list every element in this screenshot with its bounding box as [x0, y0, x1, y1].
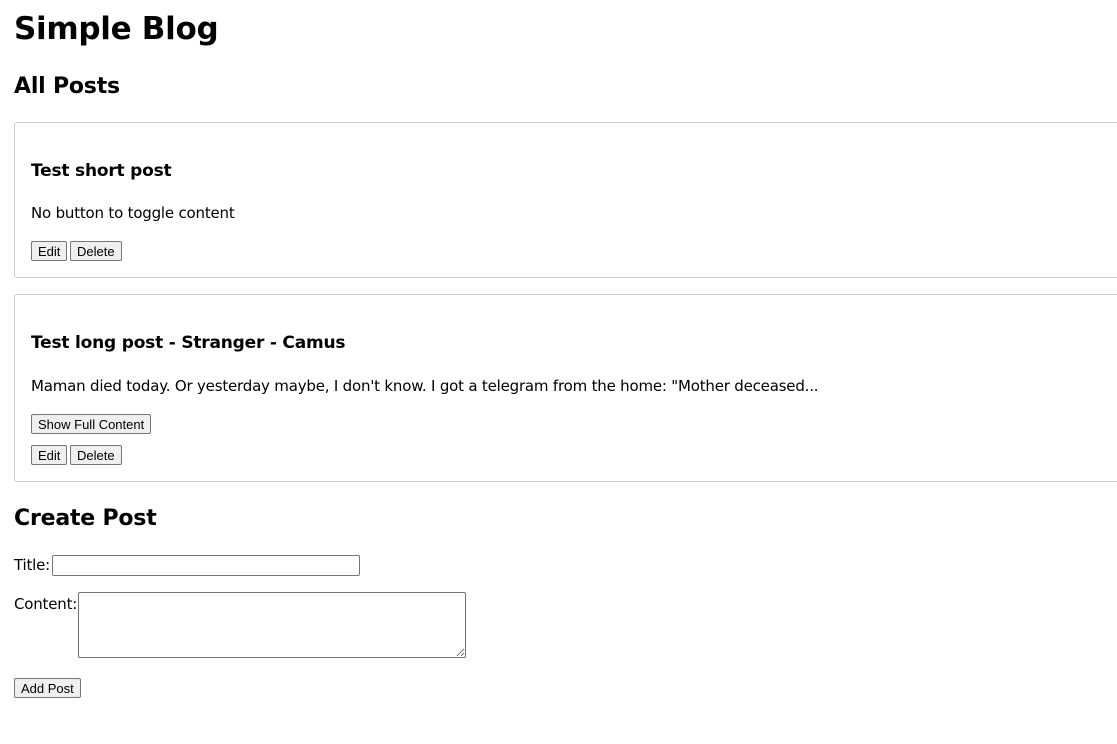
show-full-content-button[interactable]: Show Full Content [31, 414, 152, 434]
post-card: Test short post No button to toggle cont… [14, 122, 1117, 278]
title-label: Title: [14, 556, 50, 574]
create-post-heading: Create Post [14, 506, 157, 531]
delete-button[interactable]: Delete [70, 445, 122, 465]
title-input[interactable] [52, 555, 360, 576]
post-card: Test long post - Stranger - Camus Maman … [14, 294, 1117, 482]
post-content: Maman died today. Or yesterday maybe, I … [31, 377, 819, 395]
edit-button[interactable]: Edit [31, 241, 68, 261]
site-title: Simple Blog [14, 11, 219, 47]
post-title: Test long post - Stranger - Camus [31, 333, 346, 353]
post-title: Test short post [31, 161, 172, 181]
content-label: Content: [14, 595, 78, 613]
add-post-button[interactable]: Add Post [14, 678, 81, 698]
delete-button[interactable]: Delete [70, 241, 122, 261]
all-posts-heading: All Posts [14, 74, 120, 99]
post-content: No button to toggle content [31, 204, 235, 222]
content-textarea[interactable] [78, 592, 466, 658]
edit-button[interactable]: Edit [31, 445, 68, 465]
